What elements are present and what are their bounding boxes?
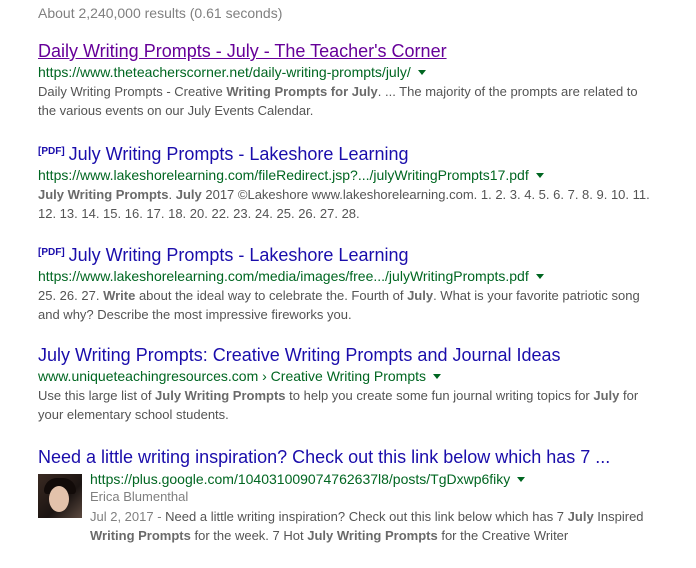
result-snippet: Daily Writing Prompts - Creative Writing… [38,82,658,120]
snippet-text: Need a little writing inspiration? Check… [165,509,568,524]
search-result: July Writing Prompts: Creative Writing P… [38,344,658,424]
result-title-link[interactable]: Daily Writing Prompts - July - The Teach… [38,41,447,61]
social-result-body: https://plus.google.com/1040310090747626… [38,470,658,545]
snippet-text: for the week. 7 Hot [190,528,308,543]
snippet-text: about the ideal way to celebrate the. Fo… [135,288,408,303]
pdf-tag: [PDF] [38,146,65,157]
snippet-highlight: July Writing Prompts [155,388,286,403]
url-dropdown-arrow-icon[interactable] [517,477,526,482]
result-url-line: https://www.lakeshorelearning.com/fileRe… [38,166,658,184]
result-title-link[interactable]: July Writing Prompts - Lakeshore Learnin… [69,144,409,164]
result-url: www.uniqueteachingresources.com › Creati… [38,368,427,384]
result-url: https://www.lakeshorelearning.com/fileRe… [38,167,529,183]
result-url-line: https://plus.google.com/1040310090747626… [90,470,658,488]
search-result: [PDF] July Writing Prompts - Lakeshore Le… [38,141,658,223]
snippet-highlight: Write [103,288,136,303]
snippet-text: . [168,187,176,202]
avatar-face [49,486,69,512]
snippet-highlight: July [407,288,434,303]
author-name: Erica Blumenthal [90,489,189,504]
result-url: https://plus.google.com/1040310090747626… [90,471,511,487]
result-snippet: Jul 2, 2017 - Need a little writing insp… [90,507,658,545]
result-title-link[interactable]: July Writing Prompts: Creative Writing P… [38,345,561,365]
result-snippet: Use this large list of July Writing Prom… [38,386,658,424]
snippet-highlight: July Writing Prompts [38,187,169,202]
results-stats: About 2,240,000 results (0.61 seconds) [38,5,283,21]
snippet-text: Need a little writing inspiration? Check… [90,509,644,543]
result-snippet: 25. 26. 27. Write about the ideal way to… [38,286,658,324]
snippet-highlight: July [567,509,594,524]
url-dropdown-arrow-icon[interactable] [433,374,442,379]
snippet-text: Use this large list of [38,388,156,403]
snippet-highlight: Writing Prompts for July [226,84,378,99]
result-url-line: www.uniqueteachingresources.com › Creati… [38,367,658,385]
url-dropdown-arrow-icon[interactable] [535,173,544,178]
url-dropdown-arrow-icon[interactable] [535,274,544,279]
snippet-text: 25. 26. 27. [38,288,104,303]
post-date: Jul 2, 2017 [90,509,154,524]
snippet-text: Inspired [593,509,644,524]
search-result: [PDF] July Writing Prompts - Lakeshore Le… [38,242,658,324]
date-separator: - [153,509,166,524]
snippet-text: to help you create some fun journal writ… [285,388,594,403]
avatar[interactable] [38,474,82,518]
snippet-highlight: July Writing Prompts [307,528,438,543]
result-url: https://www.lakeshorelearning.com/media/… [38,268,529,284]
url-dropdown-arrow-icon[interactable] [417,70,426,75]
result-url-line: https://www.theteacherscorner.net/daily-… [38,63,658,81]
snippet-text: for the Creative Writer [437,528,569,543]
pdf-tag: [PDF] [38,247,65,258]
result-url-line: https://www.lakeshorelearning.com/media/… [38,267,658,285]
snippet-highlight: July [593,388,620,403]
result-title-link[interactable]: Need a little writing inspiration? Check… [38,447,610,467]
search-result: Daily Writing Prompts - July - The Teach… [38,40,658,120]
snippet-highlight: Writing Prompts [90,528,191,543]
social-search-result: Need a little writing inspiration? Check… [38,446,658,545]
result-snippet: July Writing Prompts. July 2017 ©Lakesho… [38,185,658,223]
snippet-text: Daily Writing Prompts - Creative [38,84,227,99]
result-title-link[interactable]: July Writing Prompts - Lakeshore Learnin… [69,245,409,265]
result-url: https://www.theteacherscorner.net/daily-… [38,64,411,80]
snippet-highlight: July [175,187,202,202]
